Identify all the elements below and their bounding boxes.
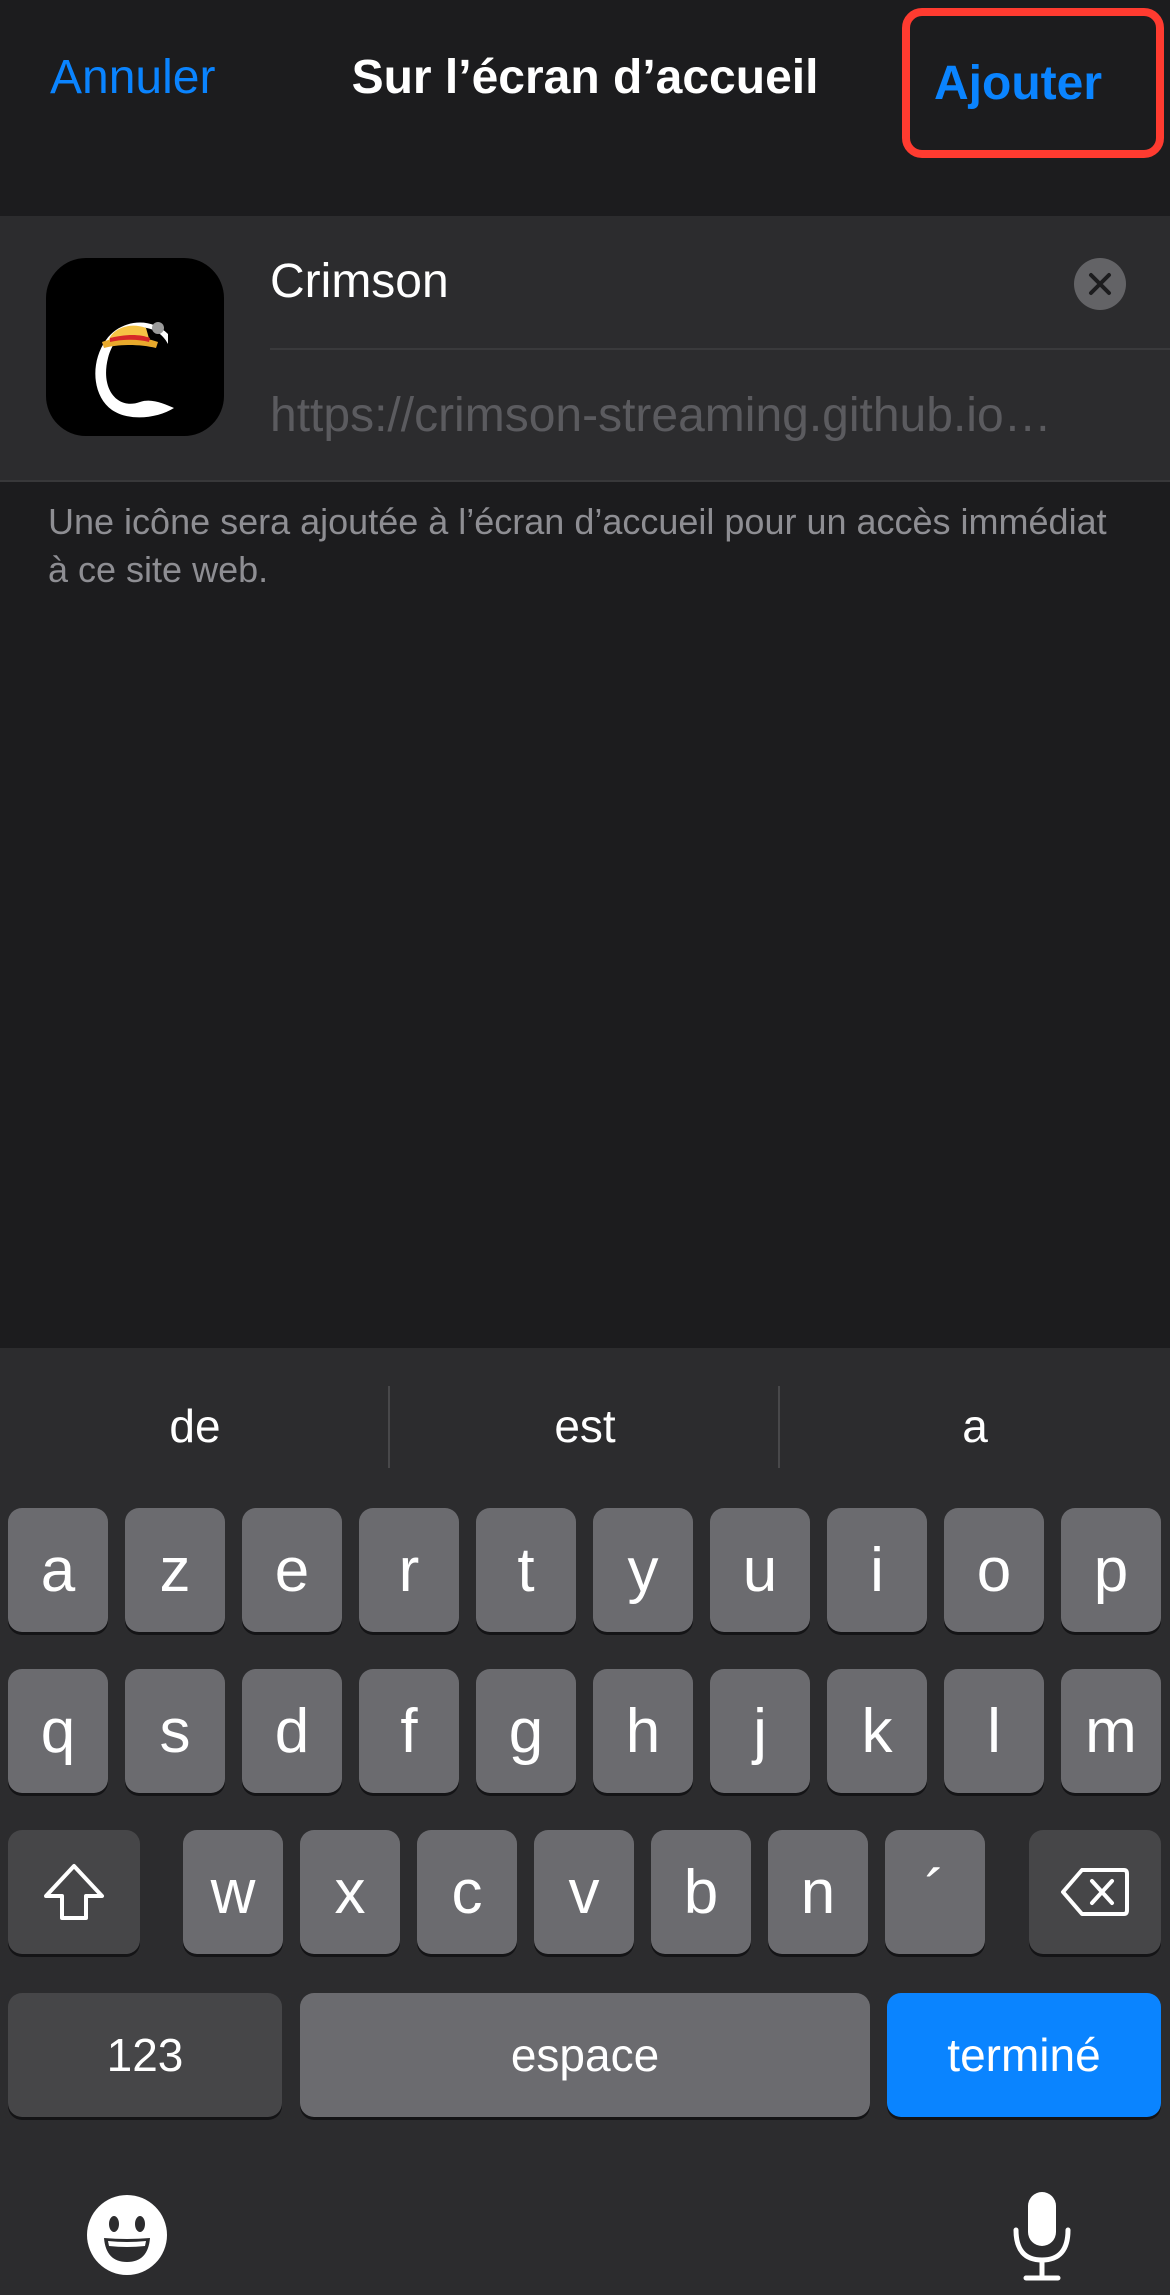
done-key[interactable]: terminé xyxy=(887,1993,1161,2117)
key-i[interactable]: i xyxy=(827,1508,927,1632)
key-j[interactable]: j xyxy=(710,1669,810,1793)
shift-icon xyxy=(44,1864,104,1920)
key-g[interactable]: g xyxy=(476,1669,576,1793)
key-v[interactable]: v xyxy=(534,1830,634,1954)
backspace-icon xyxy=(1061,1868,1129,1916)
clear-text-button[interactable] xyxy=(1074,258,1126,310)
navigation-bar: Sur l’écran d’accueil Annuler Ajouter xyxy=(0,0,1170,218)
key-y[interactable]: y xyxy=(593,1508,693,1632)
key-t[interactable]: t xyxy=(476,1508,576,1632)
key-f[interactable]: f xyxy=(359,1669,459,1793)
key-u[interactable]: u xyxy=(710,1508,810,1632)
space-key[interactable]: espace xyxy=(300,1993,870,2117)
field-divider xyxy=(270,348,1170,350)
key-b[interactable]: b xyxy=(651,1830,751,1954)
app-icon xyxy=(46,258,224,436)
emoji-button[interactable] xyxy=(86,2194,168,2281)
key-e[interactable]: e xyxy=(242,1508,342,1632)
bookmark-form: Crimson https://crimson-streaming.github… xyxy=(0,218,1170,482)
numbers-key[interactable]: 123 xyxy=(8,1993,282,2117)
keyboard: de est a a z e r t y u i o p q s d f g h… xyxy=(0,1348,1170,2295)
url-field: https://crimson-streaming.github.io… xyxy=(270,389,1052,442)
key-k[interactable]: k xyxy=(827,1669,927,1793)
microphone-button[interactable] xyxy=(1010,2188,1074,2289)
key-w[interactable]: w xyxy=(183,1830,283,1954)
key-z[interactable]: z xyxy=(125,1508,225,1632)
key-q[interactable]: q xyxy=(8,1669,108,1793)
key-p[interactable]: p xyxy=(1061,1508,1161,1632)
key-r[interactable]: r xyxy=(359,1508,459,1632)
key-l[interactable]: l xyxy=(944,1669,1044,1793)
name-field[interactable]: Crimson xyxy=(270,254,1120,309)
key-acute-accent[interactable]: ´ xyxy=(885,1830,985,1954)
suggestion-3[interactable]: a xyxy=(780,1348,1170,1504)
key-c[interactable]: c xyxy=(417,1830,517,1954)
info-note: Une icône sera ajoutée à l’écran d’accue… xyxy=(48,501,1107,590)
backspace-key[interactable] xyxy=(1029,1830,1161,1954)
key-n[interactable]: n xyxy=(768,1830,868,1954)
add-button-highlight: Ajouter xyxy=(902,8,1164,158)
add-button[interactable]: Ajouter xyxy=(934,56,1102,111)
key-d[interactable]: d xyxy=(242,1669,342,1793)
emoji-icon xyxy=(87,2195,167,2275)
suggestion-1[interactable]: de xyxy=(0,1348,390,1504)
key-h[interactable]: h xyxy=(593,1669,693,1793)
suggestion-2[interactable]: est xyxy=(390,1348,780,1504)
close-icon xyxy=(1089,273,1111,295)
key-o[interactable]: o xyxy=(944,1508,1044,1632)
cancel-button[interactable]: Annuler xyxy=(50,50,215,105)
shift-key[interactable] xyxy=(8,1830,140,1954)
key-s[interactable]: s xyxy=(125,1669,225,1793)
key-x[interactable]: x xyxy=(300,1830,400,1954)
key-m[interactable]: m xyxy=(1061,1669,1161,1793)
key-a[interactable]: a xyxy=(8,1508,108,1632)
microphone-icon xyxy=(1013,2192,1071,2281)
